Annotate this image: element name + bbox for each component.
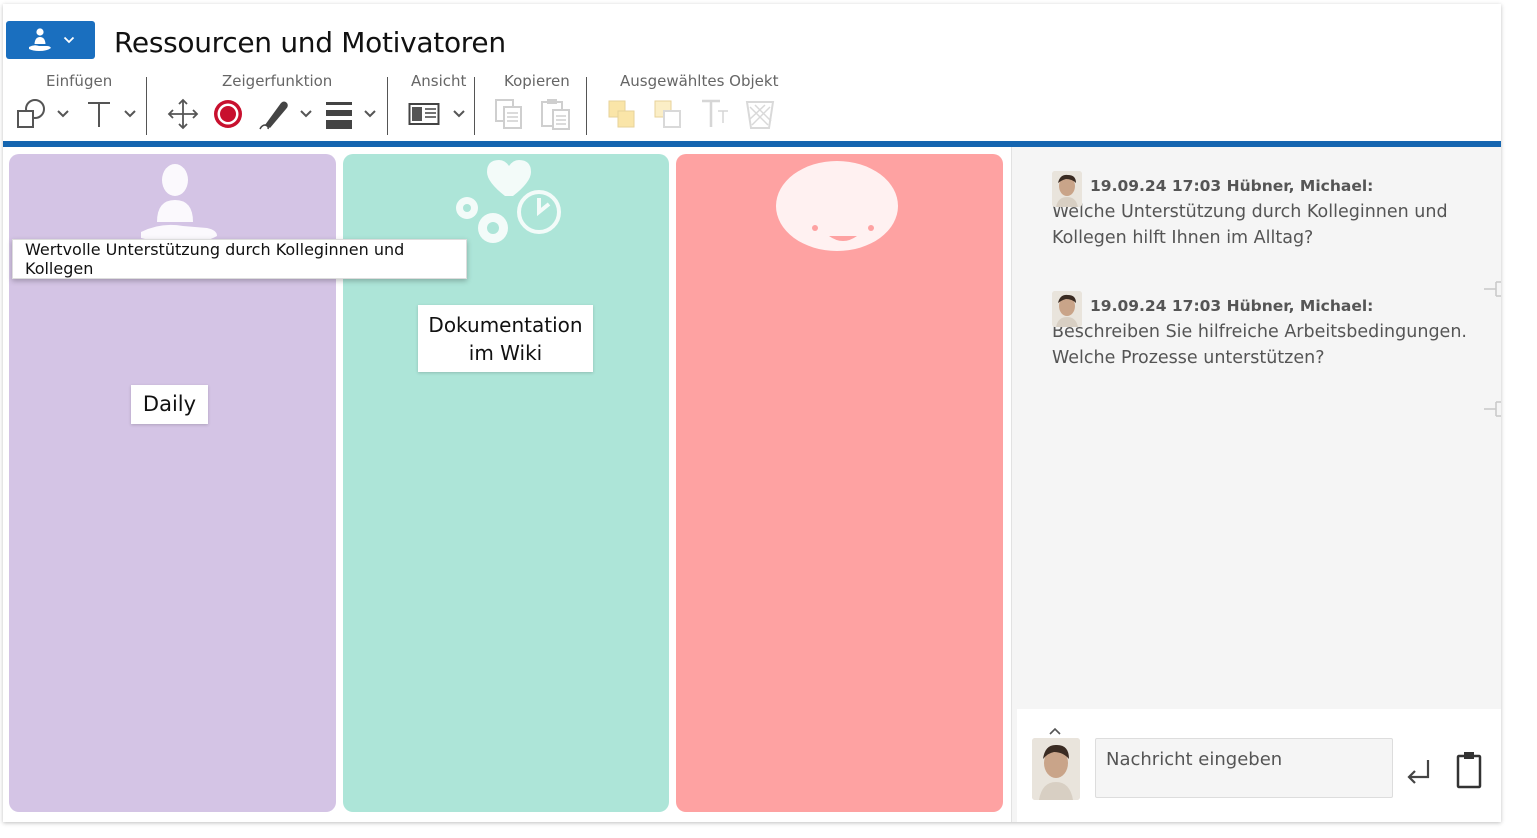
clipboard-icon[interactable] bbox=[1456, 751, 1482, 789]
delete-object-button[interactable] bbox=[744, 96, 776, 132]
send-enter-icon[interactable] bbox=[1405, 757, 1433, 787]
avatar bbox=[1052, 171, 1082, 207]
insert-text-button[interactable] bbox=[85, 96, 137, 132]
pen-icon bbox=[259, 101, 288, 130]
text-icon bbox=[88, 102, 110, 127]
chat-message: 19.09.24 17:03 Hübner, Michael: Welche U… bbox=[1052, 171, 1501, 297]
avatar bbox=[1052, 291, 1082, 327]
view-button[interactable] bbox=[408, 96, 466, 132]
group-label-ansicht: Ansicht bbox=[411, 72, 467, 90]
pin-to-board-icon[interactable] bbox=[1482, 279, 1501, 299]
toolbar-separator bbox=[474, 77, 475, 135]
bring-front-icon bbox=[608, 100, 635, 128]
send-to-back-button[interactable] bbox=[652, 96, 684, 132]
group-label-einfuegen: Einfügen bbox=[46, 72, 113, 90]
message-line: Beschreiben Sie hilfreiche Arbeitsbeding… bbox=[1052, 322, 1467, 342]
chat-message: 19.09.24 17:03 Hübner, Michael: Beschrei… bbox=[1052, 291, 1501, 417]
group-label-ausgewaehltes-objekt: Ausgewähltes Objekt bbox=[620, 72, 779, 90]
chevron-down-icon bbox=[63, 36, 74, 44]
chevron-down-icon bbox=[364, 110, 376, 118]
insert-shape-button[interactable] bbox=[15, 96, 70, 132]
pointer-record-button[interactable] bbox=[212, 96, 244, 132]
note-daily[interactable]: Daily bbox=[131, 385, 208, 424]
message-line: Welche Unterstützung durch Kolleginnen u… bbox=[1052, 202, 1448, 222]
toolbar-separator bbox=[146, 77, 147, 135]
message-header: 19.09.24 17:03 Hübner, Michael: bbox=[1052, 171, 1472, 207]
toolbar-separator bbox=[586, 77, 587, 135]
chat-panel: 19.09.24 17:03 Hübner, Michael: Welche U… bbox=[1011, 147, 1501, 822]
smiley-icon bbox=[776, 161, 898, 251]
paste-icon bbox=[541, 99, 570, 130]
copy-button[interactable] bbox=[493, 96, 525, 132]
trash-icon bbox=[745, 101, 775, 129]
move-tool-button[interactable] bbox=[166, 96, 200, 132]
note-line: Dokumentation bbox=[428, 313, 583, 337]
view-layout-icon bbox=[408, 103, 440, 125]
message-text: Beschreiben Sie hilfreiche Arbeitsbeding… bbox=[1052, 319, 1472, 371]
app-window: Ressourcen und Motivatoren Einfügen Zeig… bbox=[3, 4, 1501, 822]
note-line: im Wiki bbox=[468, 341, 543, 365]
bring-to-front-button[interactable] bbox=[606, 96, 638, 132]
record-target-icon bbox=[214, 100, 242, 128]
line-width-icon bbox=[326, 102, 352, 129]
avatar bbox=[1032, 738, 1080, 800]
message-line: Welche Prozesse unterstützen? bbox=[1052, 348, 1325, 368]
chevron-down-icon bbox=[124, 110, 136, 118]
message-input[interactable]: Nachricht eingeben bbox=[1095, 738, 1393, 798]
chat-input-area: Nachricht eingeben bbox=[1017, 709, 1501, 822]
note-dokumentation[interactable]: Dokumentation im Wiki bbox=[418, 305, 593, 372]
main-menu-button[interactable] bbox=[6, 21, 95, 59]
message-header-text: 19.09.24 17:03 Hübner, Michael: bbox=[1090, 177, 1374, 195]
move-arrows-icon bbox=[167, 98, 199, 130]
pin-to-board-icon[interactable] bbox=[1482, 399, 1501, 419]
send-back-icon bbox=[654, 100, 681, 128]
group-label-zeigerfunktion: Zeigerfunktion bbox=[222, 72, 333, 90]
edit-text-button[interactable] bbox=[699, 96, 731, 132]
chevron-down-icon bbox=[300, 110, 312, 118]
pen-tool-button[interactable] bbox=[257, 96, 313, 132]
column-tooltip: Wertvolle Unterstützung durch Kolleginne… bbox=[12, 239, 467, 279]
page-title: Ressourcen und Motivatoren bbox=[114, 26, 506, 59]
paste-button[interactable] bbox=[540, 96, 572, 132]
text-format-icon bbox=[702, 99, 728, 127]
chevron-down-icon bbox=[453, 110, 465, 118]
toolbar-separator bbox=[387, 77, 388, 135]
person-hand-icon bbox=[28, 28, 51, 51]
chevron-up-icon[interactable] bbox=[1048, 726, 1062, 736]
message-header-text: 19.09.24 17:03 Hübner, Michael: bbox=[1090, 297, 1374, 315]
group-label-kopieren: Kopieren bbox=[504, 72, 570, 90]
board-column-motivation[interactable] bbox=[676, 154, 1003, 812]
chevron-down-icon bbox=[57, 110, 69, 118]
message-text: Welche Unterstützung durch Kolleginnen u… bbox=[1052, 199, 1472, 251]
shapes-icon bbox=[17, 99, 45, 128]
message-header: 19.09.24 17:03 Hübner, Michael: bbox=[1052, 291, 1472, 327]
copy-icon bbox=[495, 99, 522, 129]
line-width-button[interactable] bbox=[325, 96, 377, 132]
message-line: Kollegen hilft Ihnen im Alltag? bbox=[1052, 228, 1314, 248]
